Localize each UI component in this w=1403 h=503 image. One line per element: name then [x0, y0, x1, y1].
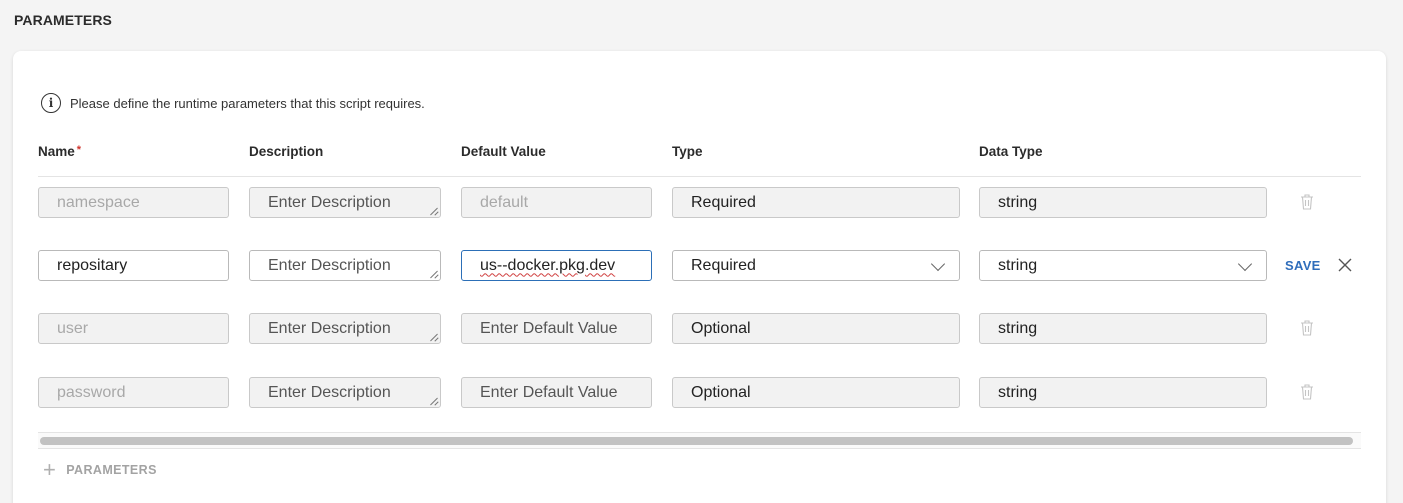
trash-icon[interactable] — [1299, 319, 1315, 337]
horizontal-scrollbar[interactable] — [38, 432, 1361, 449]
name-value: user — [57, 319, 89, 337]
scrollbar-thumb[interactable] — [40, 437, 1353, 445]
column-header-name-label: Name — [38, 144, 75, 159]
section-title: PARAMETERS — [14, 12, 112, 28]
type-value: Optional — [691, 319, 751, 337]
type-field[interactable]: Optional — [672, 377, 960, 408]
description-field[interactable]: Enter Description — [249, 250, 441, 281]
info-icon: i — [41, 93, 61, 113]
default-value-placeholder: Enter Default Value — [480, 319, 618, 337]
data-type-field[interactable]: string — [979, 313, 1267, 344]
data-type-select[interactable]: string — [979, 250, 1267, 281]
description-placeholder: Enter Description — [268, 193, 391, 211]
add-parameter-label: PARAMETERS — [66, 463, 157, 477]
plus-icon: + — [43, 457, 57, 482]
trash-icon[interactable] — [1299, 193, 1315, 211]
description-field[interactable]: Enter Description — [249, 313, 441, 344]
default-value: default — [480, 193, 529, 211]
description-placeholder: Enter Description — [268, 319, 391, 337]
column-header-type: Type — [672, 144, 703, 159]
description-field[interactable]: Enter Description — [249, 377, 441, 408]
column-header-default-value: Default Value — [461, 144, 546, 159]
name-field[interactable]: repositary — [38, 250, 229, 281]
trash-icon[interactable] — [1299, 383, 1315, 401]
name-value: password — [57, 383, 126, 401]
default-value-field[interactable]: us--docker.pkg.dev — [461, 250, 652, 281]
close-icon[interactable] — [1336, 256, 1354, 274]
header-divider — [38, 176, 1361, 177]
type-field[interactable]: Optional — [672, 313, 960, 344]
column-header-description: Description — [249, 144, 324, 159]
name-field[interactable]: password — [38, 377, 229, 408]
chevron-down-icon — [930, 256, 946, 272]
default-value-field[interactable]: Enter Default Value — [461, 313, 652, 344]
add-parameter-button[interactable]: + PARAMETERS — [43, 457, 157, 482]
parameters-card: i Please define the runtime parameters t… — [13, 51, 1386, 503]
data-type-field[interactable]: string — [979, 187, 1267, 218]
parameter-row: repositary Enter Description us--docker.… — [13, 250, 1386, 296]
data-type-value: string — [998, 319, 1038, 337]
type-field[interactable]: Required — [672, 187, 960, 218]
data-type-field[interactable]: string — [979, 377, 1267, 408]
default-value-field[interactable]: default — [461, 187, 652, 218]
parameter-row: namespace Enter Description default Requ… — [13, 187, 1386, 233]
data-type-value: string — [998, 193, 1038, 211]
chevron-down-icon — [1237, 256, 1253, 272]
save-button[interactable]: SAVE — [1285, 258, 1321, 273]
column-header-data-type: Data Type — [979, 144, 1043, 159]
name-value: namespace — [57, 193, 140, 211]
data-type-value: string — [998, 256, 1038, 274]
column-header-name: Name * — [38, 144, 81, 159]
name-field[interactable]: namespace — [38, 187, 229, 218]
name-field[interactable]: user — [38, 313, 229, 344]
default-value: us--docker.pkg.dev — [480, 256, 616, 274]
info-text: Please define the runtime parameters tha… — [70, 95, 425, 111]
resize-handle-icon[interactable] — [430, 270, 438, 278]
name-value: repositary — [57, 256, 128, 274]
resize-handle-icon[interactable] — [430, 207, 438, 215]
type-select[interactable]: Required — [672, 250, 960, 281]
description-field[interactable]: Enter Description — [249, 187, 441, 218]
resize-handle-icon[interactable] — [430, 397, 438, 405]
default-value-placeholder: Enter Default Value — [480, 383, 618, 401]
required-marker: * — [76, 144, 82, 156]
resize-handle-icon[interactable] — [430, 333, 438, 341]
default-value-field[interactable]: Enter Default Value — [461, 377, 652, 408]
type-value: Optional — [691, 383, 751, 401]
type-value: Required — [691, 193, 756, 211]
parameter-row: password Enter Description Enter Default… — [13, 377, 1386, 423]
data-type-value: string — [998, 383, 1038, 401]
description-placeholder: Enter Description — [268, 383, 391, 401]
description-placeholder: Enter Description — [268, 256, 391, 274]
parameter-row: user Enter Description Enter Default Val… — [13, 313, 1386, 359]
info-message: i Please define the runtime parameters t… — [41, 93, 425, 113]
type-value: Required — [691, 256, 756, 274]
